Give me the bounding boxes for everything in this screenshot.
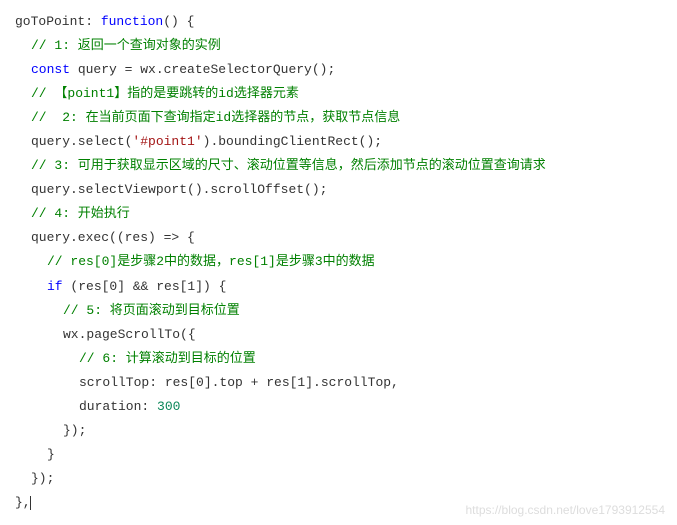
code-line: goToPoint: function() { — [15, 10, 662, 34]
code-line: } — [15, 443, 662, 467]
code-line: if (res[0] && res[1]) { — [15, 275, 662, 299]
code-line: query.selectViewport().scrollOffset(); — [15, 178, 662, 202]
code-comment: // 3: 可用于获取显示区域的尺寸、滚动位置等信息，然后添加节点的滚动位置查询… — [15, 154, 662, 178]
code-comment: // 【point1】指的是要跳转的id选择器元素 — [15, 82, 662, 106]
code-line: duration: 300 — [15, 395, 662, 419]
code-line: wx.pageScrollTo({ — [15, 323, 662, 347]
code-comment: // 6: 计算滚动到目标的位置 — [15, 347, 662, 371]
code-line: const query = wx.createSelectorQuery(); — [15, 58, 662, 82]
text-cursor — [30, 496, 31, 510]
code-block: goToPoint: function() { // 1: 返回一个查询对象的实… — [15, 10, 662, 515]
code-line: query.exec((res) => { — [15, 226, 662, 250]
code-comment: // 5: 将页面滚动到目标位置 — [15, 299, 662, 323]
code-line: }); — [15, 467, 662, 491]
code-comment: // 1: 返回一个查询对象的实例 — [15, 34, 662, 58]
code-comment: // 2: 在当前页面下查询指定id选择器的节点，获取节点信息 — [15, 106, 662, 130]
code-line: }); — [15, 419, 662, 443]
code-comment: // res[0]是步骤2中的数据，res[1]是步骤3中的数据 — [15, 250, 662, 274]
code-comment: // 4: 开始执行 — [15, 202, 662, 226]
watermark: https://blog.csdn.net/love1793912554 — [466, 499, 666, 521]
code-line: scrollTop: res[0].top + res[1].scrollTop… — [15, 371, 662, 395]
code-line: query.select('#point1').boundingClientRe… — [15, 130, 662, 154]
